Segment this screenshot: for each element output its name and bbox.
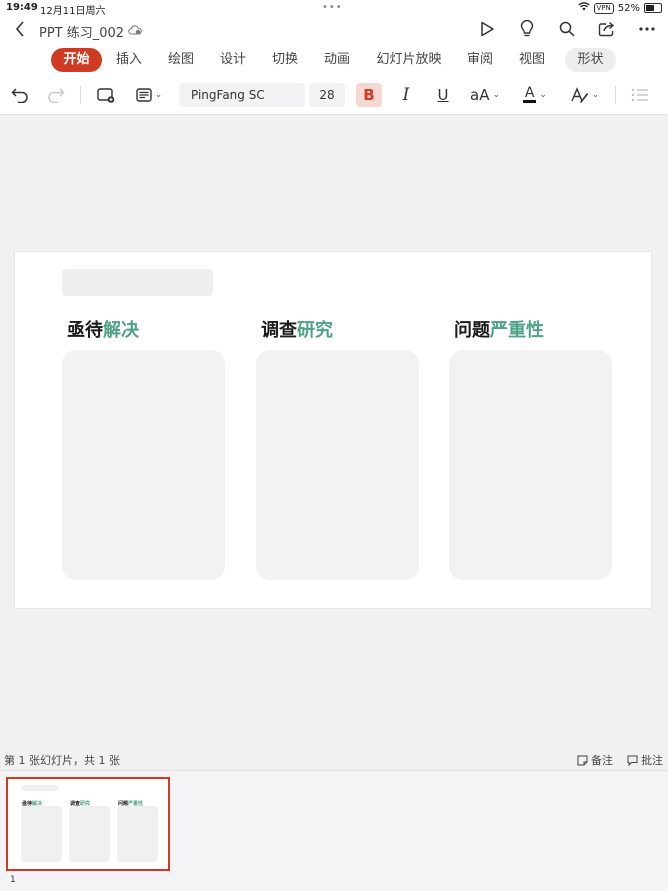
font-color-label: A <box>524 85 535 101</box>
battery-percent: 52% <box>617 2 640 14</box>
layout-dropdown[interactable]: ⌄ <box>132 83 166 107</box>
thumbnail-box-1 <box>21 806 62 862</box>
menu-tabs: 开始 插入 绘图 设计 切换 动画 幻灯片放映 审阅 视图 形状 <box>0 44 668 76</box>
share-icon[interactable] <box>596 18 618 40</box>
column-heading-3[interactable]: 问题严重性 <box>454 316 544 342</box>
chevron-down-icon: ⌄ <box>539 90 547 100</box>
chevron-down-icon: ⌄ <box>591 90 600 100</box>
status-time: 19:49 <box>6 2 38 13</box>
bullet-list-icon <box>631 88 648 102</box>
toolbar: ⌄ PingFang SC 28 B I U aA ⌄ A ⌄ ⌄ <box>0 76 668 115</box>
font-color-dropdown[interactable]: A ⌄ <box>518 83 552 107</box>
status-date: 12月11日周六 <box>40 6 106 17</box>
undo-icon <box>11 88 28 103</box>
chevron-down-icon: ⌄ <box>492 90 500 100</box>
tab-slideshow[interactable]: 幻灯片放映 <box>370 48 448 72</box>
tab-home[interactable]: 开始 <box>51 48 102 72</box>
heading-accent-text: 研究 <box>297 320 333 341</box>
title-placeholder[interactable] <box>62 269 213 296</box>
toolbar-divider <box>80 86 81 104</box>
multitasking-dots[interactable]: ••• <box>322 2 343 13</box>
more-icon[interactable] <box>636 18 658 40</box>
comments-button[interactable]: 批注 <box>627 752 663 768</box>
font-color-swatch <box>523 100 537 103</box>
new-slide-icon <box>97 88 115 103</box>
tab-animations[interactable]: 动画 <box>316 48 358 72</box>
comment-icon <box>627 755 638 766</box>
tab-transitions[interactable]: 切换 <box>264 48 306 72</box>
toolbar-divider <box>615 86 616 104</box>
column-heading-1[interactable]: 亟待解决 <box>67 316 139 342</box>
tab-insert[interactable]: 插入 <box>108 48 150 72</box>
play-icon[interactable] <box>476 18 498 40</box>
tab-draw[interactable]: 绘图 <box>160 48 202 72</box>
thumbnail-number: 1 <box>10 875 16 885</box>
heading-accent-text: 严重性 <box>490 320 544 341</box>
column-heading-2[interactable]: 调查研究 <box>261 316 333 342</box>
notes-button[interactable]: 备注 <box>577 752 613 768</box>
tab-shape[interactable]: 形状 <box>565 48 616 72</box>
text-effects-dropdown[interactable]: ⌄ <box>568 83 602 107</box>
back-button[interactable] <box>10 18 30 40</box>
heading-main-text: 亟待 <box>67 320 103 341</box>
wifi-icon <box>577 2 590 14</box>
title-bar: PPT 练习_002 <box>0 16 668 44</box>
redo-button[interactable] <box>44 83 68 107</box>
cloud-sync-icon <box>128 25 142 38</box>
undo-button[interactable] <box>8 83 32 107</box>
document-title[interactable]: PPT 练习_002 <box>39 22 142 41</box>
slide-canvas[interactable]: 亟待解决 调查研究 问题严重性 <box>14 251 652 609</box>
tab-review[interactable]: 审阅 <box>459 48 501 72</box>
layout-icon <box>136 88 152 102</box>
redo-icon <box>48 88 65 103</box>
bullet-list-button[interactable] <box>628 83 652 107</box>
content-box-3[interactable] <box>449 350 612 580</box>
chevron-left-icon <box>15 21 24 37</box>
change-case-label: aA <box>470 86 490 104</box>
text-effects-icon <box>571 87 588 103</box>
lightbulb-icon[interactable] <box>516 18 538 40</box>
thumbnail-panel: 亟待解决 调查研究 问题严重性 <box>0 770 668 891</box>
chevron-down-icon: ⌄ <box>154 90 163 100</box>
font-color-icon: A <box>523 85 537 103</box>
heading-accent-text: 解决 <box>103 320 139 341</box>
content-box-2[interactable] <box>256 350 419 580</box>
content-box-1[interactable] <box>62 350 225 580</box>
font-size-field[interactable]: 28 <box>309 83 345 107</box>
change-case-dropdown[interactable]: aA ⌄ <box>468 83 502 107</box>
status-indicators: VPN 52% <box>577 2 662 14</box>
underline-button[interactable]: U <box>431 83 455 107</box>
tab-view[interactable]: 视图 <box>511 48 553 72</box>
new-slide-button[interactable] <box>94 83 118 107</box>
battery-icon <box>644 3 662 13</box>
document-title-text: PPT 练习_002 <box>39 26 125 41</box>
bold-button[interactable]: B <box>356 83 382 107</box>
vpn-badge: VPN <box>593 2 614 14</box>
heading-main-text: 调查 <box>261 320 297 341</box>
search-icon[interactable] <box>556 18 578 40</box>
comments-label: 批注 <box>641 754 663 767</box>
thumbnail-title-placeholder <box>22 785 58 791</box>
notes-label: 备注 <box>591 754 613 767</box>
tab-design[interactable]: 设计 <box>212 48 254 72</box>
status-bar: 19:49 12月11日周六 ••• VPN 52% <box>0 0 668 17</box>
slide-status-text: 第 1 张幻灯片，共 1 张 <box>4 754 120 767</box>
thumbnail-box-2 <box>69 806 110 862</box>
heading-main-text: 问题 <box>454 320 490 341</box>
font-name-field[interactable]: PingFang SC <box>179 83 305 107</box>
thumbnail-box-3 <box>117 806 158 862</box>
title-actions <box>476 18 658 40</box>
slide-thumbnail-1[interactable]: 亟待解决 调查研究 问题严重性 <box>6 777 170 871</box>
italic-button[interactable]: I <box>394 83 418 107</box>
notes-icon <box>577 755 588 765</box>
